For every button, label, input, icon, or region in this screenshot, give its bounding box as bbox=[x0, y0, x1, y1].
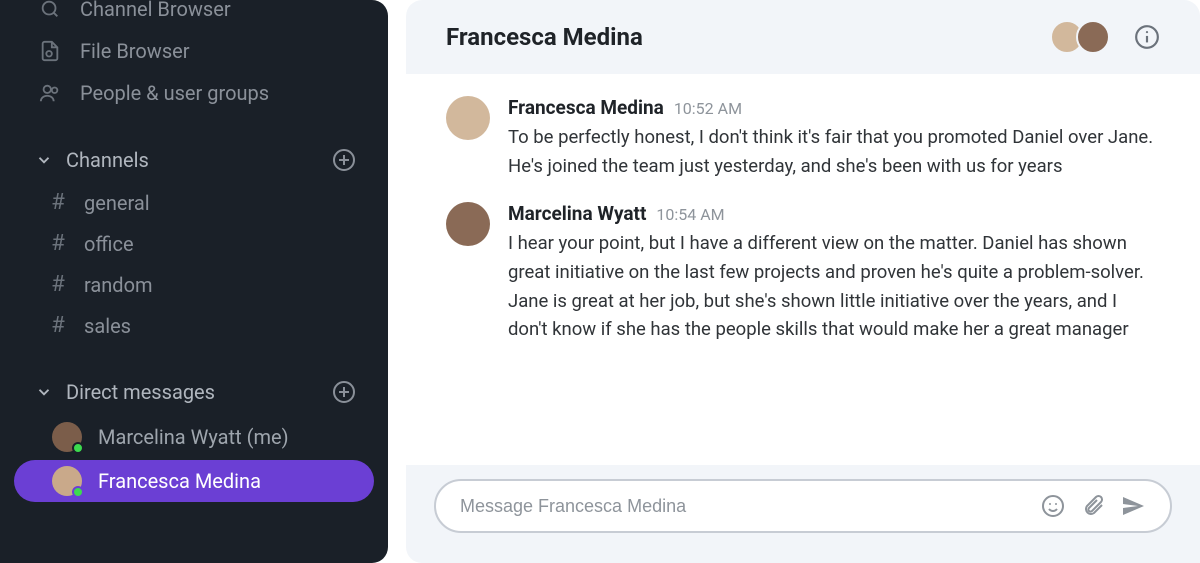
attachment-icon[interactable] bbox=[1080, 493, 1106, 519]
channel-sales[interactable]: # sales bbox=[0, 305, 388, 346]
nav-label: File Browser bbox=[80, 39, 190, 63]
message-list: Francesca Medina 10:52 AM To be perfectl… bbox=[406, 74, 1200, 465]
presence-indicator bbox=[72, 442, 84, 454]
page-title: Francesca Medina bbox=[446, 23, 643, 51]
info-icon[interactable] bbox=[1134, 24, 1160, 50]
presence-indicator bbox=[72, 486, 84, 498]
hash-icon: # bbox=[48, 313, 68, 338]
avatar bbox=[446, 96, 490, 140]
dm-item-francesca[interactable]: Francesca Medina bbox=[14, 460, 374, 502]
channel-office[interactable]: # office bbox=[0, 223, 388, 264]
nav-label: Channel Browser bbox=[80, 0, 231, 21]
dm-section-header: Direct messages bbox=[0, 364, 388, 414]
channel-label: random bbox=[84, 273, 153, 297]
nav-people[interactable]: People & user groups bbox=[0, 72, 388, 114]
chevron-down-icon bbox=[32, 148, 56, 172]
channel-label: office bbox=[84, 232, 134, 256]
dm-label: Marcelina Wyatt (me) bbox=[98, 425, 289, 449]
dm-item-self[interactable]: Marcelina Wyatt (me) bbox=[14, 416, 374, 458]
message: Francesca Medina 10:52 AM To be perfectl… bbox=[446, 96, 1160, 180]
section-label: Direct messages bbox=[66, 380, 215, 404]
avatar bbox=[1076, 20, 1110, 54]
dm-label: Francesca Medina bbox=[98, 469, 261, 493]
channel-random[interactable]: # random bbox=[0, 264, 388, 305]
message-text: To be perfectly honest, I don't think it… bbox=[508, 123, 1160, 180]
channel-label: sales bbox=[84, 314, 131, 338]
chevron-down-icon bbox=[32, 380, 56, 404]
member-avatars[interactable] bbox=[1050, 20, 1110, 54]
message-text: I hear your point, but I have a differen… bbox=[508, 229, 1160, 344]
add-dm-icon[interactable] bbox=[332, 380, 356, 404]
message-author: Francesca Medina bbox=[508, 96, 664, 119]
main-panel: Francesca Medina Francesca Medina 10:52 … bbox=[406, 0, 1200, 563]
message-time: 10:54 AM bbox=[656, 205, 724, 224]
composer bbox=[434, 479, 1172, 533]
channels-section-header: Channels bbox=[0, 132, 388, 182]
emoji-icon[interactable] bbox=[1040, 493, 1066, 519]
hash-icon: # bbox=[48, 190, 68, 215]
nav-label: People & user groups bbox=[80, 81, 269, 105]
hash-icon: # bbox=[48, 231, 68, 256]
channel-label: general bbox=[84, 191, 150, 215]
message-author: Marcelina Wyatt bbox=[508, 202, 646, 225]
nav-channel-browser[interactable]: Channel Browser bbox=[0, 0, 388, 30]
section-label: Channels bbox=[66, 148, 149, 172]
composer-area bbox=[406, 465, 1200, 563]
send-icon[interactable] bbox=[1120, 493, 1146, 519]
people-icon bbox=[38, 81, 62, 105]
file-icon bbox=[38, 39, 62, 63]
avatar bbox=[446, 202, 490, 246]
message-time: 10:52 AM bbox=[674, 99, 742, 118]
search-hash-icon bbox=[38, 0, 62, 21]
message: Marcelina Wyatt 10:54 AM I hear your poi… bbox=[446, 202, 1160, 344]
dm-toggle[interactable]: Direct messages bbox=[32, 380, 215, 404]
message-input[interactable] bbox=[460, 496, 1026, 517]
sidebar: Channel Browser File Browser People & us… bbox=[0, 0, 388, 563]
nav-file-browser[interactable]: File Browser bbox=[0, 30, 388, 72]
conversation-header: Francesca Medina bbox=[406, 0, 1200, 74]
add-channel-icon[interactable] bbox=[332, 148, 356, 172]
hash-icon: # bbox=[48, 272, 68, 297]
channels-toggle[interactable]: Channels bbox=[32, 148, 149, 172]
channel-general[interactable]: # general bbox=[0, 182, 388, 223]
